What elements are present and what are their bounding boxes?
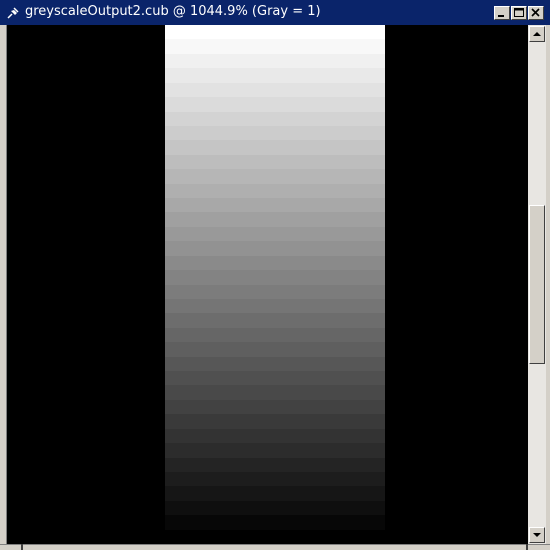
gradient-step [165,169,385,184]
gradient-step [165,299,385,313]
vertical-scrollbar[interactable] [528,25,546,544]
gradient-step [165,313,385,328]
gradient-step [165,97,385,112]
gradient-step [165,256,385,270]
gradient-step [165,155,385,169]
gradient-step [165,515,385,530]
greyscale-gradient-image [165,25,385,544]
arrow-up-icon [533,32,541,36]
window-title: greyscaleOutput2.cub @ 1044.9% (Gray = 1… [25,4,321,19]
close-icon [531,8,540,17]
gradient-step [165,54,385,68]
title-bar[interactable]: greyscaleOutput2.cub @ 1044.9% (Gray = 1… [0,0,550,25]
gradient-step [165,83,385,97]
pin-icon [7,7,19,19]
scroll-down-button[interactable] [529,527,545,543]
gradient-step [165,530,385,544]
close-button[interactable] [528,6,544,20]
gradient-step [165,371,385,385]
maximize-icon [514,8,524,17]
scroll-thumb[interactable] [529,205,545,364]
gradient-step [165,68,385,83]
scroll-up-button[interactable] [529,26,545,42]
gradient-step [165,184,385,198]
minimize-icon [498,15,504,17]
gradient-step [165,25,385,39]
gradient-step [165,140,385,155]
gradient-step [165,443,385,458]
gradient-step [165,501,385,515]
gradient-step [165,112,385,126]
image-viewport[interactable] [7,25,528,544]
gradient-step [165,285,385,299]
gradient-step [165,429,385,443]
window-frame-right [546,25,550,550]
gradient-step [165,458,385,472]
minimize-button[interactable] [494,6,510,20]
image-viewer-window: greyscaleOutput2.cub @ 1044.9% (Gray = 1… [0,0,550,550]
maximize-button[interactable] [511,6,527,20]
gradient-step [165,227,385,241]
gradient-step [165,270,385,285]
horizontal-scrollbar-edge[interactable] [0,544,550,550]
gradient-step [165,472,385,486]
gradient-step [165,342,385,357]
gradient-step [165,328,385,342]
scroll-right-edge [526,544,528,550]
scroll-left-edge [21,544,23,550]
gradient-step [165,385,385,400]
gradient-step [165,39,385,54]
gradient-step [165,126,385,140]
gradient-step [165,486,385,501]
gradient-step [165,414,385,429]
gradient-step [165,357,385,371]
gradient-step [165,400,385,414]
gradient-step [165,198,385,212]
arrow-down-icon [533,533,541,537]
window-frame-left [0,25,7,550]
gradient-step [165,212,385,227]
gradient-step [165,241,385,256]
